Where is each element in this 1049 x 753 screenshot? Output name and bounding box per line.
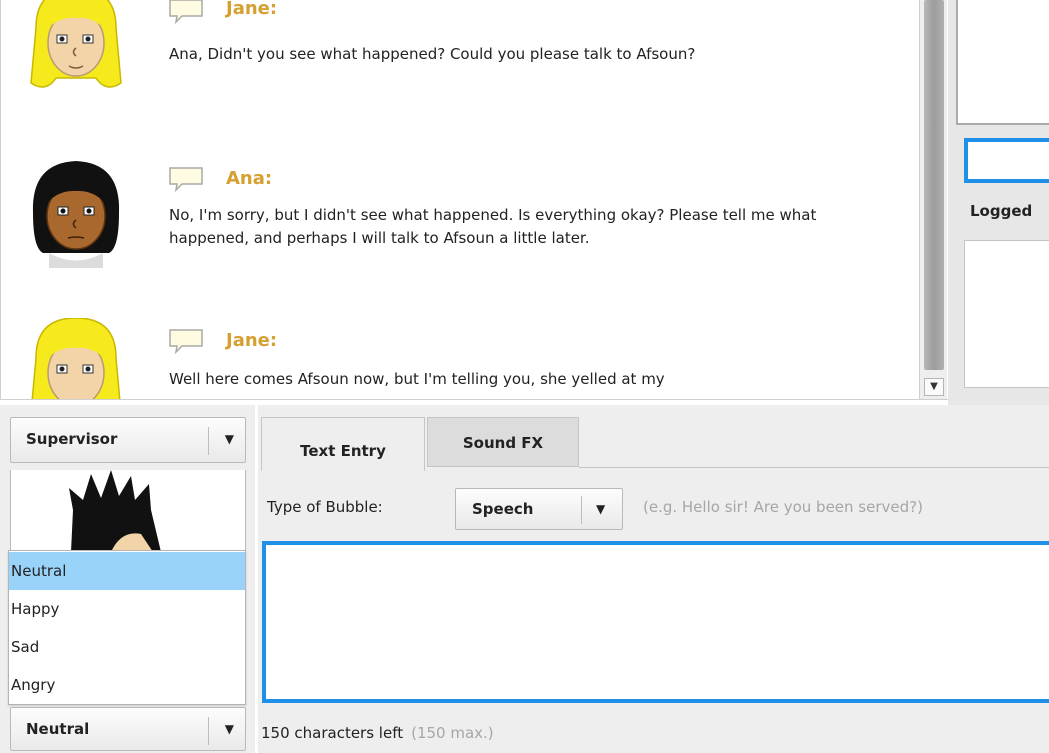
speech-bubble-icon: [169, 167, 203, 192]
tab-sound-fx[interactable]: Sound FX: [427, 417, 579, 467]
right-panel-top-box: [956, 0, 1049, 125]
tab-text-entry[interactable]: Text Entry: [261, 417, 425, 471]
character-dropdown-value: Supervisor: [26, 430, 118, 448]
dropdown-arrow-icon: ▼: [224, 432, 234, 446]
bubble-type-value: Speech: [472, 500, 534, 518]
bubble-type-label: Type of Bubble:: [267, 498, 383, 516]
right-panel: Logged: [948, 0, 1049, 405]
scroll-down-arrow-icon[interactable]: ▼: [924, 378, 944, 396]
tab-divider: [579, 467, 1049, 468]
right-panel-input[interactable]: [964, 138, 1049, 183]
logged-users-list[interactable]: [964, 240, 1049, 388]
logged-label: Logged: [970, 202, 1033, 220]
speaker-name: Ana:: [226, 168, 273, 189]
bubble-hint: (e.g. Hello sir! Are you been served?): [643, 498, 923, 516]
speech-bubble-icon: [169, 0, 203, 24]
speaker-name: Jane:: [226, 330, 278, 351]
dropdown-arrow-icon: ▼: [224, 722, 234, 736]
mood-options-list: Neutral Happy Sad Angry: [8, 550, 246, 705]
dropdown-arrow-icon: ▼: [596, 502, 606, 516]
mood-dropdown-value: Neutral: [26, 720, 90, 738]
speech-bubble-icon: [169, 329, 203, 354]
message-textarea[interactable]: [262, 541, 1049, 703]
chars-max-text: (150 max.): [411, 724, 494, 742]
scrollbar-thumb[interactable]: [924, 0, 944, 370]
message-text: No, I'm sorry, but I didn't see what hap…: [169, 206, 817, 247]
jane-avatar: [30, 0, 122, 88]
speaker-name: Jane:: [226, 0, 278, 19]
character-avatar-preview: [10, 470, 246, 552]
ana-avatar: [32, 161, 120, 268]
mood-option-angry[interactable]: Angry: [9, 666, 245, 704]
message-text: Well here comes Afsoun now, but I'm tell…: [169, 370, 665, 388]
mood-option-neutral[interactable]: Neutral: [9, 552, 245, 590]
jane-avatar: [31, 318, 121, 399]
mood-dropdown[interactable]: Neutral ▼: [10, 707, 246, 751]
dropdown-separator: [581, 496, 582, 524]
character-counter: 150 characters left (150 max.): [261, 724, 494, 742]
mood-option-sad[interactable]: Sad: [9, 628, 245, 666]
chat-scrollbar[interactable]: ▼: [919, 0, 947, 399]
dropdown-separator: [208, 427, 209, 455]
bubble-type-dropdown[interactable]: Speech ▼: [455, 488, 623, 530]
chat-log: Jane: Ana, Didn't you see what happened?…: [0, 0, 948, 400]
entry-panel: Text Entry Sound FX Type of Bubble: Spee…: [258, 405, 1049, 753]
chars-left-text: 150 characters left: [261, 724, 404, 742]
mood-option-happy[interactable]: Happy: [9, 590, 245, 628]
supervisor-avatar: [69, 470, 161, 552]
dropdown-separator: [208, 717, 209, 745]
character-dropdown[interactable]: Supervisor ▼: [10, 417, 246, 463]
message-text: Ana, Didn't you see what happened? Could…: [169, 45, 696, 63]
